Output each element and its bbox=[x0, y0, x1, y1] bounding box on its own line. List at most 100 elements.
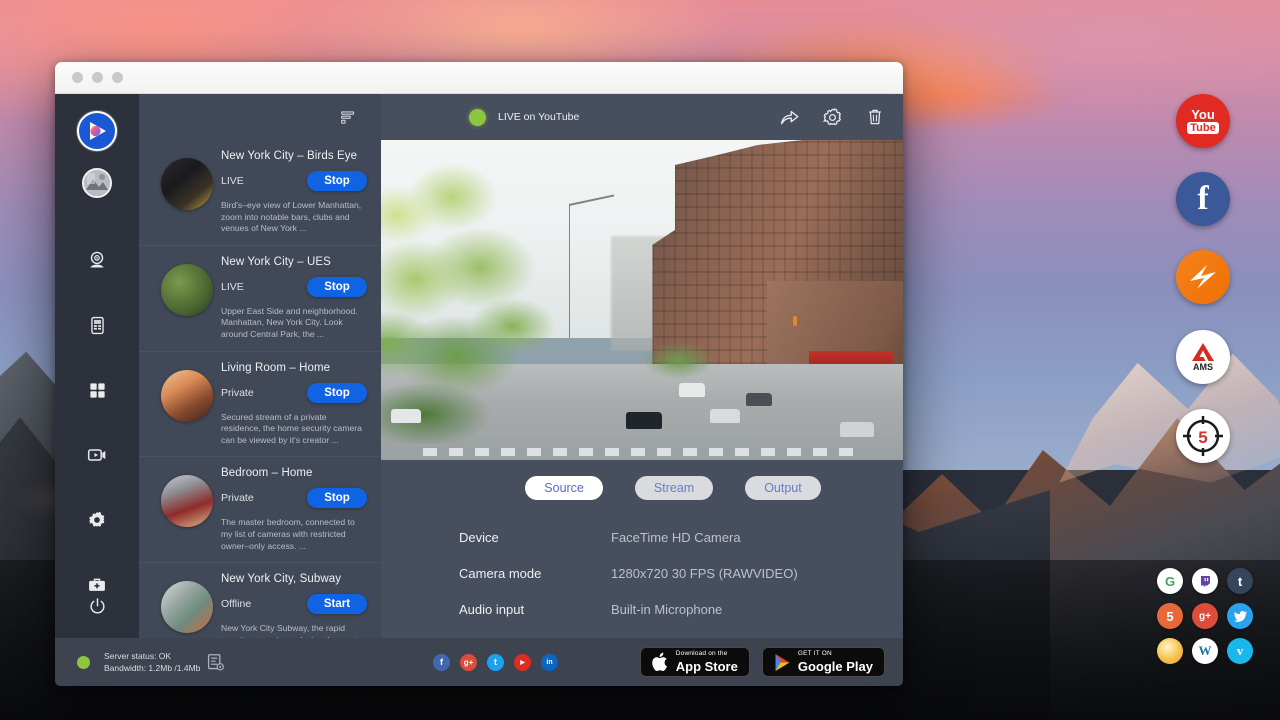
camera-description: Upper East Side and neighborhood. Manhat… bbox=[221, 306, 371, 341]
tab-output[interactable]: Output bbox=[745, 476, 821, 500]
camera-list-item[interactable]: New York City – UES LIVE Stop Upper East… bbox=[139, 246, 381, 352]
status-bar: Server status: OK Bandwidth: 1.2Mb /1.4M… bbox=[55, 638, 903, 686]
detail-value: FaceTime HD Camera bbox=[611, 530, 741, 545]
google-play-small-label: GET IT ON bbox=[798, 651, 873, 658]
app-logo[interactable] bbox=[77, 111, 117, 151]
desktop-icon-googleplus[interactable]: g+ bbox=[1192, 603, 1218, 629]
window-close-button[interactable] bbox=[72, 72, 83, 83]
camera-list-item[interactable]: Living Room – Home Private Stop Secured … bbox=[139, 352, 381, 458]
camera-action-button[interactable]: Stop bbox=[307, 171, 367, 191]
vimeo-glyph: v bbox=[1237, 643, 1244, 659]
googleplus-glyph: g+ bbox=[1199, 611, 1211, 622]
main-toolbar: LIVE on YouTube bbox=[381, 94, 903, 140]
youtube-glyph: ▶ bbox=[520, 659, 525, 666]
sidebar-item-player[interactable] bbox=[77, 435, 117, 475]
camera-description: Secured stream of a private residence, t… bbox=[221, 412, 371, 447]
googleplus-icon[interactable]: g+ bbox=[460, 654, 477, 671]
camera-title: New York City – UES bbox=[221, 256, 371, 268]
desktop-icon-youtube[interactable]: You Tube bbox=[1176, 94, 1230, 148]
desktop-icon-adobe-ams[interactable]: AMS bbox=[1176, 330, 1230, 384]
ams-label: AMS bbox=[1193, 363, 1213, 372]
crosshair-icon: 5 bbox=[1180, 413, 1226, 459]
desktop-icon-five[interactable]: 5 bbox=[1176, 409, 1230, 463]
camera-list-item[interactable]: New York City – Birds Eye LIVE Stop Bird… bbox=[139, 140, 381, 246]
video-car bbox=[679, 383, 705, 397]
camera-status: Private bbox=[221, 492, 254, 504]
svg-text:5: 5 bbox=[1198, 428, 1207, 447]
camera-status: Private bbox=[221, 387, 254, 399]
window-minimize-button[interactable] bbox=[92, 72, 103, 83]
video-player-icon bbox=[87, 445, 107, 465]
camera-status: LIVE bbox=[221, 281, 244, 293]
tumblr-glyph: t bbox=[1238, 574, 1242, 589]
grid-icon bbox=[88, 381, 107, 400]
desktop-icon-wowza[interactable] bbox=[1176, 250, 1230, 304]
video-traffic-light bbox=[793, 316, 797, 326]
twitter-icon[interactable]: t bbox=[487, 654, 504, 671]
camera-list-header bbox=[139, 94, 381, 140]
camera-action-button[interactable]: Start bbox=[307, 594, 367, 614]
window-maximize-button[interactable] bbox=[112, 72, 123, 83]
youtube-icon-top: You bbox=[1191, 109, 1215, 121]
sidebar-item-settings[interactable] bbox=[77, 500, 117, 540]
desktop-icon-five-small[interactable]: 5 bbox=[1157, 603, 1183, 629]
lightning-bolt-icon bbox=[1183, 257, 1223, 297]
five-glyph: 5 bbox=[1166, 609, 1173, 624]
detail-tabs: Source Stream Output bbox=[381, 460, 903, 500]
google-play-badge[interactable]: GET IT ON Google Play bbox=[762, 647, 885, 677]
sidebar-item-cameras[interactable] bbox=[77, 240, 117, 280]
camera-list-item[interactable]: New York City, Subway Offline Start New … bbox=[139, 563, 381, 638]
user-avatar[interactable] bbox=[82, 168, 112, 198]
camera-thumbnail bbox=[161, 264, 213, 316]
desktop-icon-twitch[interactable] bbox=[1192, 568, 1218, 594]
gear-icon bbox=[87, 510, 107, 530]
detail-label: Camera mode bbox=[459, 566, 611, 581]
camera-list-panel: New York City – Birds Eye LIVE Stop Bird… bbox=[139, 94, 381, 638]
video-car bbox=[840, 422, 874, 437]
camera-list: New York City – Birds Eye LIVE Stop Bird… bbox=[139, 140, 381, 638]
googleplus-glyph: g+ bbox=[464, 658, 474, 667]
log-button[interactable] bbox=[206, 653, 225, 672]
twitter-glyph: t bbox=[494, 657, 497, 667]
gear-icon bbox=[822, 107, 843, 128]
wordpress-glyph: W bbox=[1199, 643, 1212, 659]
camera-list-item[interactable]: Bedroom – Home Private Stop The master b… bbox=[139, 457, 381, 563]
delete-button[interactable] bbox=[865, 107, 885, 127]
camera-action-button[interactable]: Stop bbox=[307, 383, 367, 403]
app-store-badge[interactable]: Download on the App Store bbox=[640, 647, 750, 677]
desktop-icon-facebook[interactable]: f bbox=[1176, 172, 1230, 226]
camera-action-button[interactable]: Stop bbox=[307, 488, 367, 508]
settings-button[interactable] bbox=[822, 107, 843, 128]
sidebar-item-dashboard[interactable] bbox=[77, 370, 117, 410]
server-status-dot bbox=[77, 656, 90, 669]
avatar-photo-icon bbox=[84, 170, 110, 196]
desktop-icon-vimeo[interactable]: v bbox=[1227, 638, 1253, 664]
linkedin-icon[interactable]: in bbox=[541, 654, 558, 671]
desktop-icon-wordpress[interactable]: W bbox=[1192, 638, 1218, 664]
desktop-icon-twitter[interactable] bbox=[1227, 603, 1253, 629]
tab-source[interactable]: Source bbox=[525, 476, 603, 500]
facebook-f-glyph: f bbox=[1197, 179, 1208, 219]
source-details: Device FaceTime HD Camera Camera mode 12… bbox=[381, 500, 903, 638]
camera-title: Bedroom – Home bbox=[221, 467, 371, 479]
sidebar-item-devices[interactable] bbox=[77, 305, 117, 345]
webcam-icon bbox=[87, 250, 107, 270]
live-status-label: LIVE on YouTube bbox=[498, 111, 579, 123]
desktop-icon-tumblr[interactable]: t bbox=[1227, 568, 1253, 594]
facebook-glyph: f bbox=[440, 657, 443, 667]
tab-stream[interactable]: Stream bbox=[635, 476, 713, 500]
power-button[interactable] bbox=[77, 586, 117, 626]
facebook-icon[interactable]: f bbox=[433, 654, 450, 671]
video-street-lamp bbox=[569, 204, 571, 338]
video-preview[interactable] bbox=[381, 140, 903, 460]
app-store-small-label: Download on the bbox=[676, 651, 738, 658]
share-button[interactable] bbox=[779, 107, 800, 128]
sort-icon[interactable] bbox=[340, 109, 357, 126]
camera-action-button[interactable]: Stop bbox=[307, 277, 367, 297]
share-icon bbox=[779, 107, 800, 128]
trash-icon bbox=[865, 107, 885, 127]
desktop-icon-g[interactable]: G bbox=[1157, 568, 1183, 594]
desktop-icon-flickr[interactable] bbox=[1157, 638, 1183, 664]
youtube-icon[interactable]: ▶ bbox=[514, 654, 531, 671]
toolbar-actions bbox=[779, 107, 885, 128]
